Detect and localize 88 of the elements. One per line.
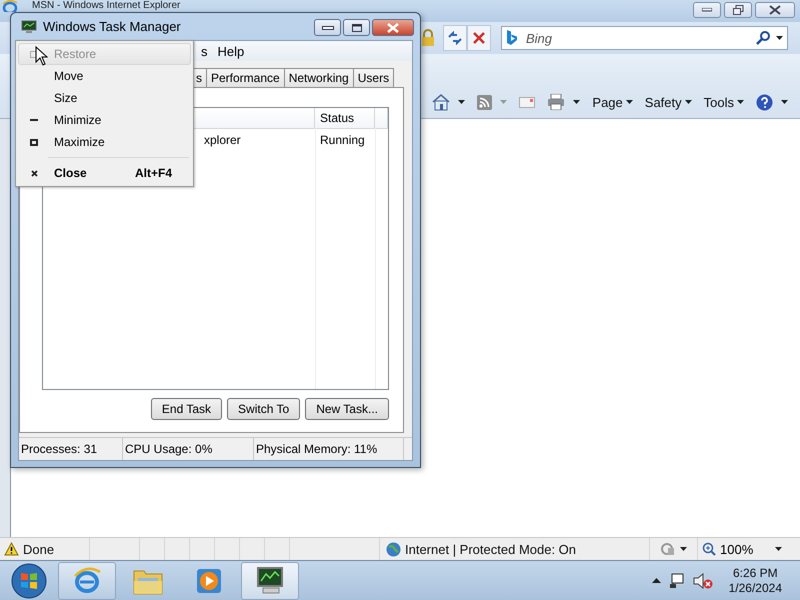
window-title: Windows Task Manager — [43, 19, 181, 34]
menu-item[interactable]: Size — [18, 87, 191, 109]
caret-icon — [458, 100, 466, 104]
show-hidden-icons-icon[interactable] — [652, 578, 661, 583]
search-engine-logo-icon — [506, 30, 518, 46]
menu-item[interactable]: Maximize — [18, 131, 191, 153]
restore-icon — [30, 50, 38, 58]
menu-item[interactable]: Help — [218, 44, 244, 58]
close-icon — [387, 22, 399, 32]
maximize-icon — [30, 138, 38, 146]
feeds-button[interactable] — [475, 92, 510, 112]
close-icon — [30, 170, 38, 176]
zoom-button[interactable]: 100% — [698, 538, 788, 560]
table-cell-text: Running — [319, 133, 366, 147]
tab[interactable]: Users — [352, 68, 394, 87]
menu-item[interactable]: Move — [18, 65, 191, 87]
column-header[interactable]: Status — [315, 108, 375, 128]
action-button[interactable]: New Task... — [305, 398, 389, 420]
padlock-icon — [421, 29, 435, 47]
printer-icon — [547, 94, 566, 110]
minimize-button[interactable] — [314, 19, 341, 36]
browser-icon — [72, 566, 102, 596]
action-button[interactable]: End Task — [150, 398, 222, 420]
monitor-icon — [21, 20, 37, 34]
minimize-icon — [30, 119, 38, 121]
caret-icon — [626, 100, 633, 104]
mail-button[interactable] — [517, 94, 538, 110]
caret-icon — [776, 36, 783, 40]
command-menu[interactable]: Page — [590, 92, 635, 112]
taskbar-button[interactable] — [241, 562, 299, 600]
restore-icon — [732, 5, 744, 15]
clock-date: 1/26/2024 — [728, 580, 782, 596]
action-button[interactable]: Switch To — [227, 398, 300, 420]
caret-icon — [781, 100, 788, 104]
zoom-icon — [702, 542, 716, 556]
home-button[interactable] — [430, 92, 468, 112]
caret-icon — [500, 100, 508, 104]
maximize-button[interactable] — [343, 19, 370, 36]
muted-speaker-icon[interactable] — [692, 572, 713, 588]
command-menu[interactable]: Tools — [702, 92, 746, 112]
search-icon — [756, 31, 770, 45]
status-text: Physical Memory: 11% — [254, 438, 404, 460]
help-icon — [756, 94, 773, 110]
status-text: CPU Usage: 0% — [123, 438, 254, 460]
menu-item[interactable]: Close Alt+F4 — [18, 162, 191, 184]
command-menu[interactable]: Safety — [642, 92, 694, 112]
cursor-icon — [35, 46, 48, 66]
help-button[interactable] — [754, 92, 790, 112]
minimize-icon — [702, 8, 712, 12]
media-player-icon — [196, 568, 222, 594]
home-icon — [432, 94, 450, 110]
minimize-icon — [322, 26, 334, 30]
feed-icon — [477, 94, 492, 110]
caret-icon — [573, 100, 580, 104]
stop-icon — [473, 32, 485, 44]
status-text: Done — [23, 542, 54, 556]
menu-item[interactable]: Minimize — [18, 109, 191, 131]
network-icon[interactable] — [668, 572, 685, 588]
print-button[interactable] — [545, 92, 582, 112]
status-text: Processes: 31 — [19, 438, 123, 460]
task-manager-icon — [254, 566, 286, 594]
windows-logo-icon — [10, 562, 48, 598]
caret-icon — [680, 547, 687, 551]
caret-icon — [775, 547, 782, 551]
warning-icon — [4, 542, 19, 556]
search-bar[interactable]: Bing — [501, 26, 788, 50]
close-button[interactable] — [755, 2, 795, 18]
security-zone-text: Internet | Protected Mode: On — [405, 542, 576, 556]
caret-icon — [684, 100, 692, 104]
minimize-button[interactable] — [693, 2, 721, 18]
close-button[interactable] — [372, 19, 414, 36]
mail-icon — [519, 96, 536, 108]
table-cell: xplorer — [204, 133, 241, 147]
refresh-button[interactable] — [443, 25, 467, 51]
caret-icon — [737, 100, 744, 104]
close-icon — [769, 5, 781, 15]
clock[interactable]: 6:26 PM 1/26/2024 — [728, 566, 782, 596]
clock-time: 6:26 PM — [732, 566, 778, 580]
globe-icon — [386, 542, 401, 556]
window-title: MSN - Windows Internet Explorer — [32, 0, 180, 11]
refresh-icon — [447, 31, 463, 45]
tab[interactable]: Networking — [284, 68, 354, 87]
menu-item[interactable]: s — [201, 44, 208, 58]
maximize-icon — [352, 24, 362, 32]
tab[interactable]: Performance — [206, 68, 285, 87]
stop-button[interactable] — [467, 25, 491, 51]
restore-button[interactable] — [724, 2, 752, 18]
browser-logo-icon — [2, 0, 18, 12]
